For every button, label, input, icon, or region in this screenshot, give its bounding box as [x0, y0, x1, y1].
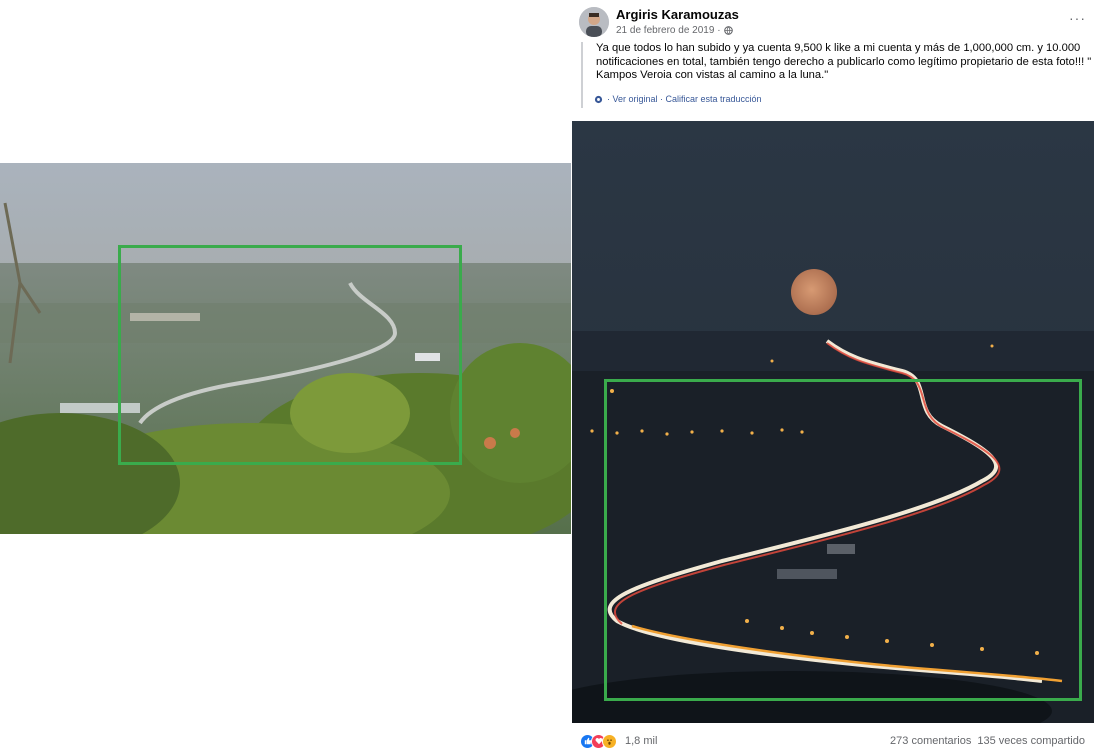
globe-icon: [723, 26, 733, 35]
facebook-post: Argiris Karamouzas 21 de febrero de 2019…: [572, 0, 1100, 756]
post-footer: 1,8 mil 273 comentarios 135 veces compar…: [580, 730, 1085, 752]
post-photo-night[interactable]: [572, 121, 1094, 723]
comparison-photo-daylight: [0, 163, 571, 534]
comments-count[interactable]: 273 comentarios: [890, 735, 971, 747]
translation-row: · Ver original · Calificar esta traducci…: [594, 94, 762, 104]
post-stats: 273 comentarios 135 veces compartido: [890, 735, 1085, 747]
avatar[interactable]: [579, 7, 609, 37]
gear-icon: [594, 95, 603, 104]
translation-links[interactable]: · Ver original · Calificar esta traducci…: [607, 94, 762, 104]
post-meta: 21 de febrero de 2019 ·: [616, 25, 733, 36]
wow-icon: [602, 733, 617, 749]
more-options-icon[interactable]: ···: [1069, 10, 1086, 26]
post-author-name[interactable]: Argiris Karamouzas: [616, 7, 739, 22]
reaction-count[interactable]: 1,8 mil: [625, 735, 657, 747]
shares-count[interactable]: 135 veces compartido: [977, 735, 1085, 747]
post-date[interactable]: 21 de febrero de 2019 ·: [616, 25, 721, 36]
reactions[interactable]: 1,8 mil: [580, 733, 657, 749]
